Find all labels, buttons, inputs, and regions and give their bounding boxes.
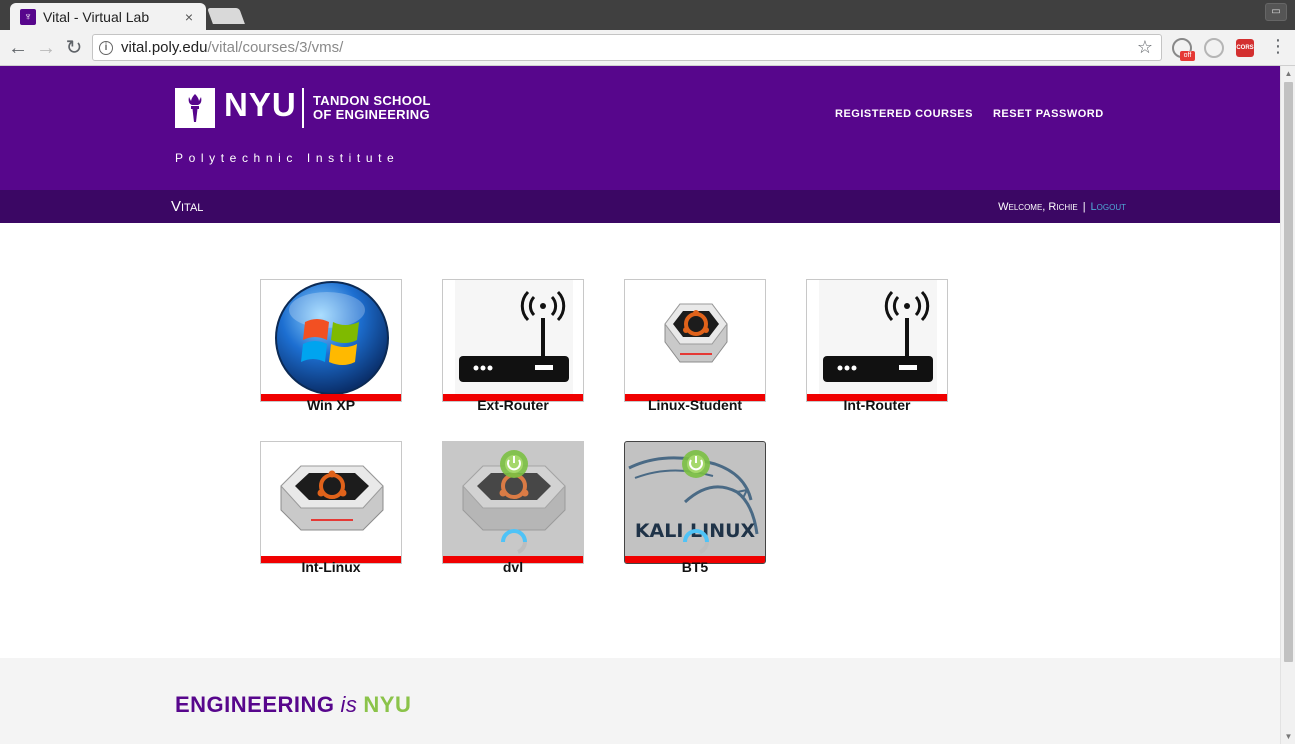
school-name: TANDON SCHOOL OF ENGINEERING — [313, 94, 431, 122]
logo-divider — [302, 88, 304, 128]
site-info-icon[interactable]: i — [99, 40, 113, 55]
reload-icon[interactable]: ↻ — [62, 36, 86, 60]
nyu-torch-favicon-icon: ♆ — [20, 8, 36, 25]
forward-arrow-icon[interactable]: → — [34, 36, 58, 60]
address-bar[interactable]: i vital.poly.edu/vital/courses/3/vms/ ☆ — [92, 34, 1162, 61]
vm-tile-dvl[interactable]: dvl — [442, 441, 584, 575]
url-host: vital.poly.edu — [121, 39, 208, 56]
browser-tab[interactable]: ♆ Vital - Virtual Lab × — [10, 3, 206, 30]
separator: | — [1082, 201, 1086, 213]
app-subbar: Vital Welcome, Richie | Logout — [0, 190, 1280, 223]
nav-registered-courses[interactable]: REGISTERED COURSES — [835, 108, 973, 120]
vm-name: Ext-Router — [477, 397, 549, 413]
vm-tile-bt5[interactable]: KALI LINUX BT5 — [624, 441, 766, 575]
vm-card — [442, 441, 584, 564]
page-viewport: NYU TANDON SCHOOL OF ENGINEERING Polytec… — [0, 66, 1280, 744]
vm-tile-win-xp[interactable]: Win XP — [260, 279, 402, 413]
router-icon — [819, 280, 937, 401]
vm-tile-int-linux[interactable]: Int-Linux — [260, 441, 402, 575]
vm-card — [624, 279, 766, 402]
tab-title: Vital - Virtual Lab — [43, 8, 150, 25]
vm-grid: Win XP Ext-Router Linux-Student Int-Rout… — [260, 279, 960, 589]
app-title[interactable]: Vital — [171, 198, 203, 215]
institute-name: Polytechnic Institute — [175, 151, 400, 165]
scroll-up-arrow-icon[interactable]: ▲ — [1284, 69, 1293, 78]
nyu-torch-logo-icon[interactable] — [175, 88, 215, 128]
vm-card — [806, 279, 948, 402]
vm-tile-int-router[interactable]: Int-Router — [806, 279, 948, 413]
url-path: /vital/courses/3/vms/ — [207, 39, 344, 56]
ubuntu-drive-icon — [664, 303, 728, 363]
tagline-engineering: ENGINEERING — [175, 692, 335, 717]
back-arrow-icon[interactable]: ← — [6, 36, 30, 60]
vm-name: Int-Linux — [301, 559, 361, 575]
top-nav: REGISTERED COURSES RESET PASSWORD — [835, 108, 1104, 120]
vm-tile-linux-student[interactable]: Linux-Student — [624, 279, 766, 413]
loading-spinner-icon — [501, 529, 527, 554]
router-icon — [455, 280, 573, 401]
user-area: Welcome, Richie | Logout — [998, 201, 1126, 213]
extension-gray-icon[interactable] — [1204, 38, 1224, 58]
vm-name: Win XP — [306, 397, 356, 413]
ubuntu-drive-icon — [280, 465, 384, 531]
loading-spinner-icon — [683, 529, 709, 554]
bookmark-star-icon[interactable]: ☆ — [1137, 37, 1153, 58]
browser-tab-bar: ♆ Vital - Virtual Lab × ▭ — [0, 0, 1295, 30]
logout-link[interactable]: Logout — [1091, 201, 1126, 213]
windows-icon — [275, 281, 389, 395]
scroll-thumb[interactable] — [1284, 82, 1293, 662]
cors-extension-icon[interactable]: CORS — [1236, 39, 1254, 57]
new-tab-button[interactable] — [207, 8, 245, 24]
nav-reset-password[interactable]: RESET PASSWORD — [993, 108, 1104, 120]
tab-close-icon[interactable]: × — [182, 9, 196, 25]
vm-name: Linux-Student — [647, 397, 743, 413]
browser-menu-icon[interactable]: ⋮ — [1269, 36, 1287, 57]
vm-tile-ext-router[interactable]: Ext-Router — [442, 279, 584, 413]
browser-toolbar: ← → ↻ i vital.poly.edu/vital/courses/3/v… — [0, 30, 1295, 66]
vm-name: dvl — [502, 559, 524, 575]
vm-name: Int-Router — [843, 397, 911, 413]
vm-card — [260, 279, 402, 402]
footer-tagline: ENGINEERING is NYU — [175, 692, 411, 718]
tagline-nyu: NYU — [363, 692, 412, 717]
window-restore-icon[interactable]: ▭ — [1265, 3, 1287, 21]
extension-off-badge: off — [1180, 51, 1195, 61]
vm-name: BT5 — [681, 559, 709, 575]
site-footer: ENGINEERING is NYU — [0, 658, 1280, 744]
site-header: NYU TANDON SCHOOL OF ENGINEERING Polytec… — [0, 66, 1280, 190]
vm-card — [260, 441, 402, 564]
school-line-1: TANDON SCHOOL — [313, 93, 431, 108]
scroll-down-arrow-icon[interactable]: ▼ — [1284, 732, 1293, 741]
school-line-2: OF ENGINEERING — [313, 107, 430, 122]
tagline-is: is — [340, 692, 358, 717]
vm-card — [442, 279, 584, 402]
nyu-logo-text: NYU — [224, 86, 297, 123]
welcome-text: Welcome, Richie — [998, 201, 1078, 213]
page-scrollbar[interactable]: ▲ ▼ — [1280, 66, 1295, 744]
vm-card: KALI LINUX — [624, 441, 766, 564]
